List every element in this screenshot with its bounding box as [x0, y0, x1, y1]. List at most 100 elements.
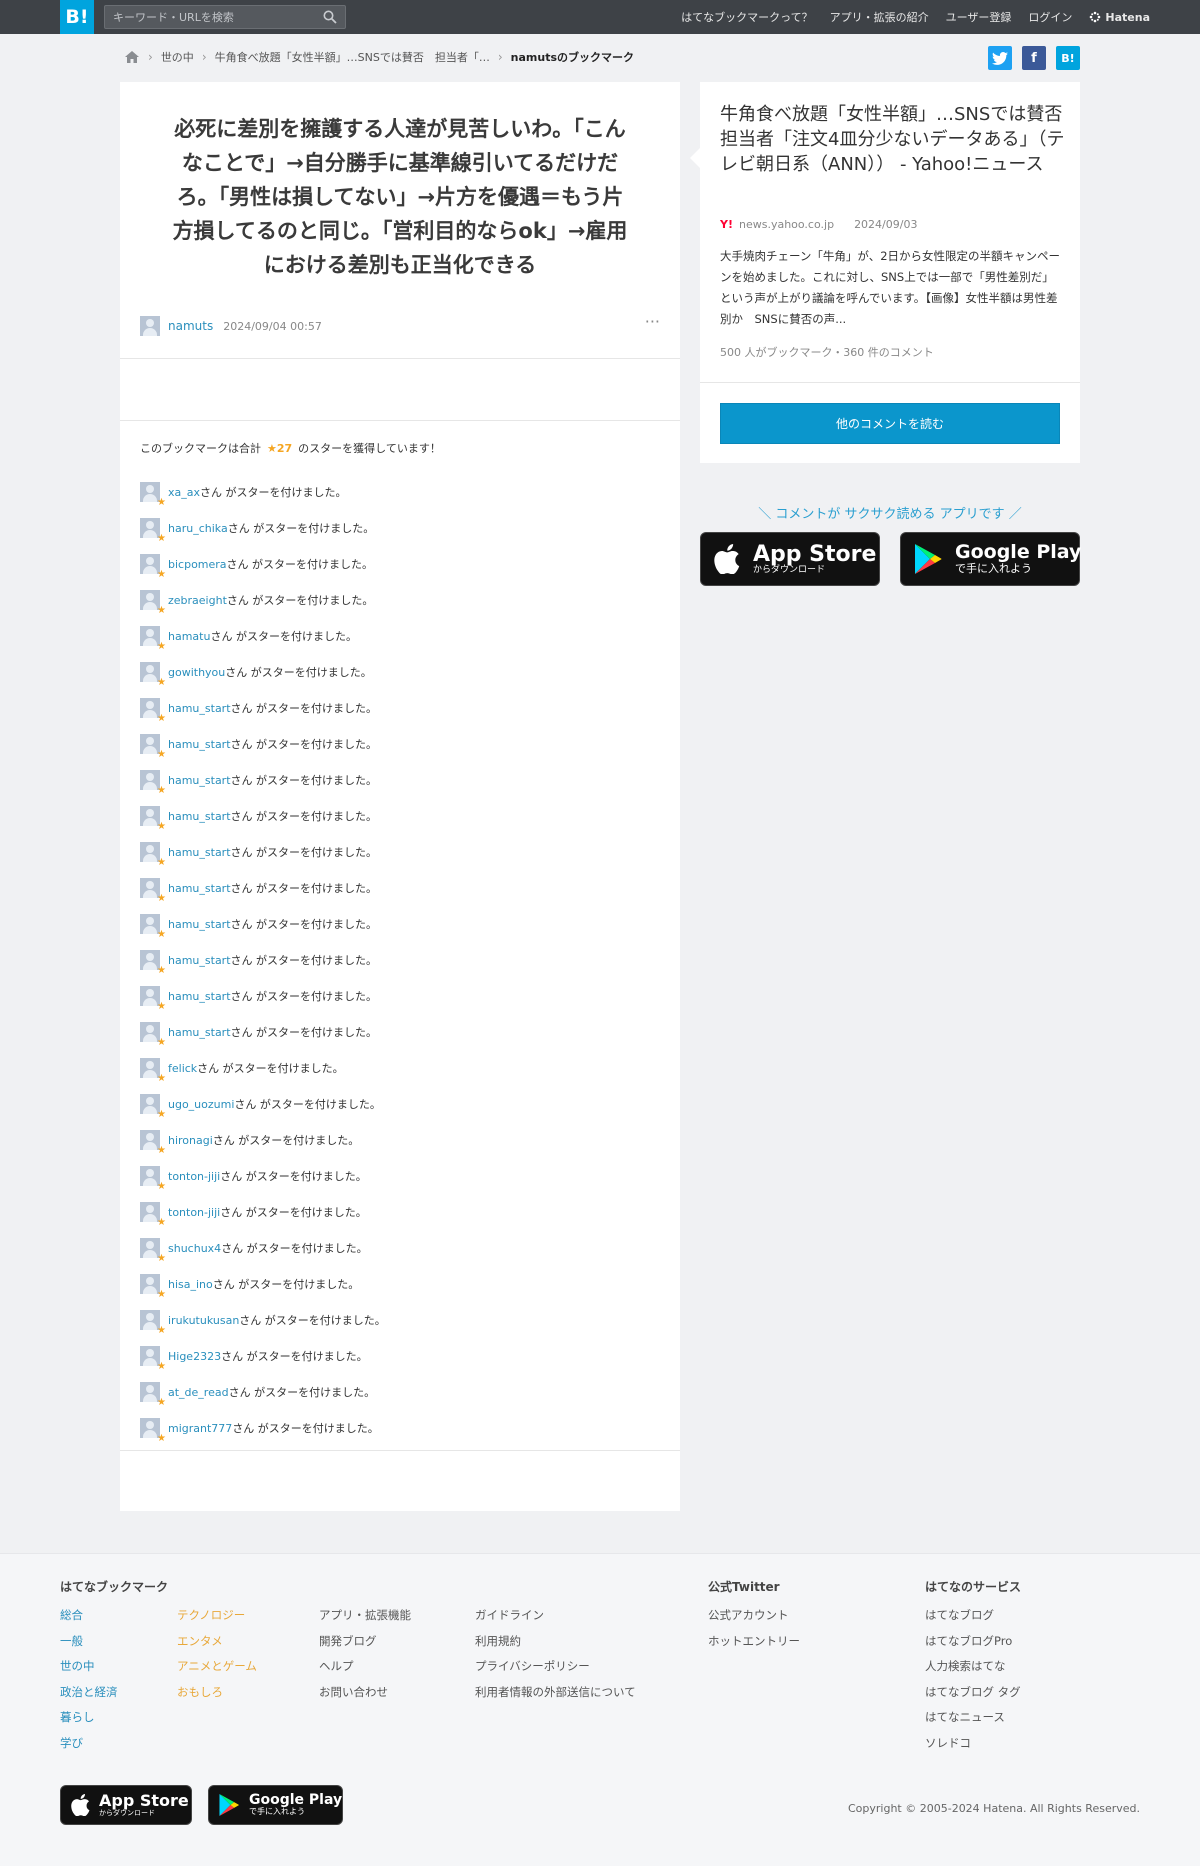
google-play-text: Google Play で手に入れよう: [249, 1793, 342, 1816]
footer-link[interactable]: 開発ブログ: [319, 1633, 411, 1659]
footer-google-play-badge[interactable]: Google Play で手に入れよう: [208, 1785, 343, 1825]
star-row: ★ xa_ax さん がスターを付けました。: [140, 474, 660, 510]
footer-link[interactable]: 一般: [60, 1633, 118, 1659]
footer-link[interactable]: はてなブログPro: [925, 1633, 1021, 1659]
footer-link[interactable]: 世の中: [60, 1658, 118, 1684]
app-promo-text: ＼ コメントが サクサク読める アプリです ／: [758, 507, 1022, 522]
hatena-dots-icon: [1090, 11, 1101, 23]
entry-domain[interactable]: news.yahoo.co.jp: [739, 218, 834, 231]
star-user-name[interactable]: zebraeight: [168, 594, 227, 607]
star-user-name[interactable]: tonton-jiji: [168, 1206, 220, 1219]
nav-login[interactable]: ログイン: [1028, 9, 1072, 25]
star-row: ★ hamatu さん がスターを付けました。: [140, 618, 660, 654]
yahoo-favicon-icon: Y!: [720, 218, 733, 231]
footer-link[interactable]: 学び: [60, 1735, 118, 1761]
search-input[interactable]: [105, 6, 315, 29]
search-icon[interactable]: [323, 10, 337, 24]
star-user-name[interactable]: at_de_read: [168, 1386, 229, 1399]
star-user-name[interactable]: hamu_start: [168, 990, 231, 1003]
star-user-name[interactable]: xa_ax: [168, 486, 200, 499]
star-row: ★ hamu_start さん がスターを付けました。: [140, 762, 660, 798]
google-play-badge[interactable]: Google Play で手に入れよう: [900, 532, 1081, 586]
google-play-sublabel: で手に入れよう: [249, 1807, 305, 1817]
star-user-name[interactable]: ugo_uozumi: [168, 1098, 234, 1111]
nav-about[interactable]: はてなブックマークって？: [681, 9, 812, 25]
star-user-name[interactable]: migrant777: [168, 1422, 232, 1435]
footer-link[interactable]: はてなブログ タグ: [925, 1684, 1021, 1710]
star-user-name[interactable]: shuchux4: [168, 1242, 221, 1255]
twitter-share-icon[interactable]: [988, 46, 1012, 70]
star-user-name[interactable]: hamu_start: [168, 702, 231, 715]
avatar-wrap: ★: [140, 590, 166, 616]
comment-meta: namuts 2024/09/04 00:57 ···: [140, 312, 660, 336]
star-user-name[interactable]: hamu_start: [168, 774, 231, 787]
footer-app-store-badge[interactable]: App Store からダウンロード: [60, 1785, 192, 1825]
nav-apps[interactable]: アプリ・拡張の紹介: [830, 9, 929, 25]
star-user-name[interactable]: hamu_start: [168, 846, 231, 859]
star-row-suffix: さん がスターを付けました。: [230, 738, 378, 751]
star-row: ★ ugo_uozumi さん がスターを付けました。: [140, 1086, 660, 1122]
footer-link[interactable]: 人力検索はてな: [925, 1658, 1021, 1684]
footer-link[interactable]: はてなニュース: [925, 1709, 1021, 1735]
footer-link[interactable]: 総合: [60, 1607, 118, 1633]
avatar-wrap: ★: [140, 842, 166, 868]
footer-link[interactable]: ソレドコ: [925, 1735, 1021, 1761]
star-user-name[interactable]: hamu_start: [168, 954, 231, 967]
footer-link[interactable]: 政治と経済: [60, 1684, 118, 1710]
nav-register[interactable]: ユーザー登録: [946, 9, 1012, 25]
star-user-name[interactable]: hamu_start: [168, 918, 231, 931]
app-store-badge[interactable]: App Store からダウンロード: [700, 532, 880, 586]
hatena-brand-link[interactable]: Hatena: [1089, 11, 1150, 24]
star-row: ★ hamu_start さん がスターを付けました。: [140, 978, 660, 1014]
star-user-name[interactable]: hamatu: [168, 630, 210, 643]
star-user-name[interactable]: haru_chika: [168, 522, 228, 535]
comment-user[interactable]: namuts: [168, 319, 213, 333]
hatebu-logo[interactable]: B!: [60, 0, 94, 34]
hatebu-share-icon[interactable]: B!: [1056, 46, 1080, 70]
star-user-name[interactable]: hamu_start: [168, 882, 231, 895]
read-other-comments-button[interactable]: 他のコメントを読む: [720, 403, 1060, 444]
star-user-name[interactable]: hamu_start: [168, 1026, 231, 1039]
star-user-name[interactable]: tonton-jiji: [168, 1170, 220, 1183]
footer-link[interactable]: エンタメ: [177, 1633, 257, 1659]
entry-bookmark-count[interactable]: 500 人がブックマーク・360 件のコメント: [720, 344, 934, 360]
star-user-name[interactable]: irukutukusan: [168, 1314, 239, 1327]
footer-link[interactable]: おもしろ: [177, 1684, 257, 1710]
footer-link[interactable]: 暮らし: [60, 1709, 118, 1735]
footer-link[interactable]: テクノロジー: [177, 1607, 257, 1633]
breadcrumb-entry[interactable]: 牛角食べ放題「女性半額」…SNSでは賛否 担当者「…: [215, 49, 490, 65]
footer-link[interactable]: アニメとゲーム: [177, 1658, 257, 1684]
star-user-name[interactable]: hamu_start: [168, 810, 231, 823]
star-row: ★ haru_chika さん がスターを付けました。: [140, 510, 660, 546]
footer-link[interactable]: プライバシーポリシー: [475, 1658, 636, 1684]
avatar[interactable]: [140, 316, 160, 336]
google-play-icon: [901, 543, 955, 575]
star-user-name[interactable]: gowithyou: [168, 666, 225, 679]
star-user-name[interactable]: hisa_ino: [168, 1278, 213, 1291]
footer-link[interactable]: ホットエントリー: [708, 1633, 800, 1659]
footer-link[interactable]: 公式アカウント: [708, 1607, 800, 1633]
star-user-name[interactable]: hironagi: [168, 1134, 213, 1147]
breadcrumb: › 世の中 › 牛角食べ放題「女性半額」…SNSでは賛否 担当者「… › nam…: [124, 48, 634, 66]
footer-link[interactable]: アプリ・拡張機能: [319, 1607, 411, 1633]
footer-link[interactable]: ガイドライン: [475, 1607, 636, 1633]
star-row: ★ hisa_ino さん がスターを付けました。: [140, 1266, 660, 1302]
entry-title[interactable]: 牛角食べ放題「女性半額」…SNSでは賛否 担当者「注文4皿分少ないデータある」（…: [720, 102, 1080, 177]
footer-link[interactable]: はてなブログ: [925, 1607, 1021, 1633]
footer-link[interactable]: お問い合わせ: [319, 1684, 411, 1710]
home-icon[interactable]: [124, 50, 140, 64]
breadcrumb-category[interactable]: 世の中: [161, 49, 194, 65]
star-user-name[interactable]: Hige2323: [168, 1350, 221, 1363]
star-row-suffix: さん がスターを付けました。: [197, 1062, 344, 1075]
facebook-share-icon[interactable]: f: [1022, 46, 1046, 70]
more-options-icon[interactable]: ···: [645, 312, 660, 331]
comment-time[interactable]: 2024/09/04 00:57: [223, 320, 322, 333]
footer-link[interactable]: 利用規約: [475, 1633, 636, 1659]
footer-link[interactable]: 利用者情報の外部送信について: [475, 1684, 636, 1710]
footer-categories-1: 総合 一般 世の中 政治と経済 暮らし 学び: [60, 1607, 118, 1761]
star-user-name[interactable]: hamu_start: [168, 738, 231, 751]
star-user-name[interactable]: felick: [168, 1062, 197, 1075]
star-user-name[interactable]: bicpomera: [168, 558, 227, 571]
comment-line: 必死に差別を擁護する人達が見苦しいわ。「こん: [174, 117, 626, 141]
footer-link[interactable]: ヘルプ: [319, 1658, 411, 1684]
